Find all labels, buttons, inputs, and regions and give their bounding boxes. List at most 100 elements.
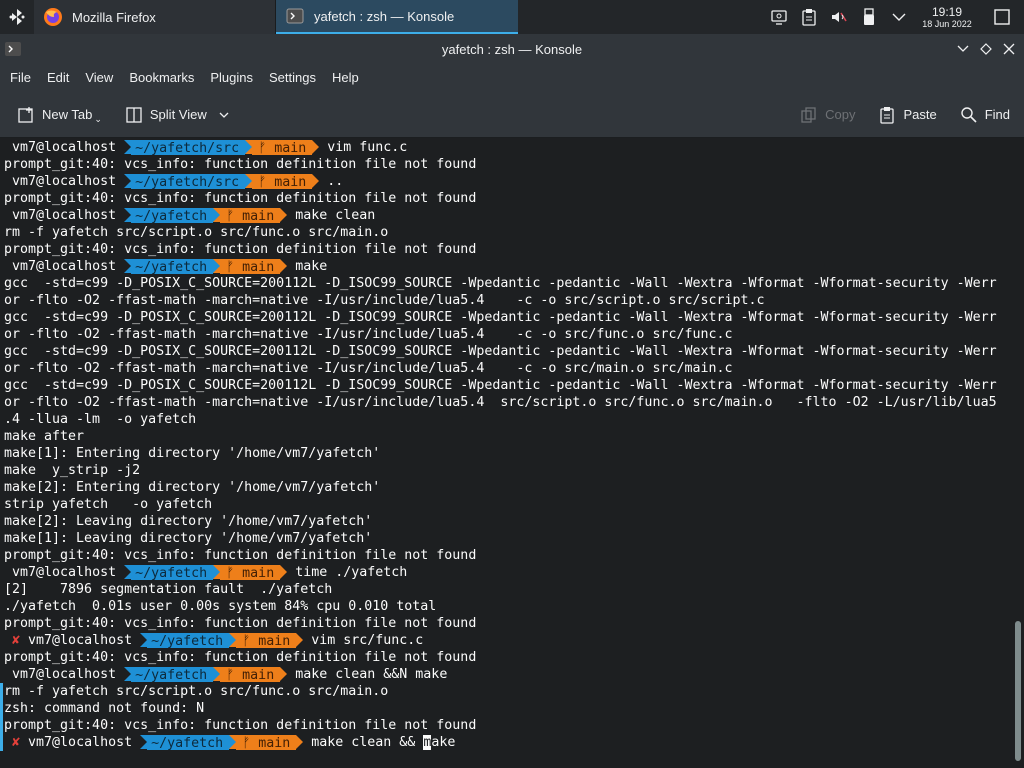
terminal-line: or -flto -O2 -ffast-math -march=native -… xyxy=(4,361,733,376)
terminal-line: ./yafetch 0.01s user 0.00s system 84% cp… xyxy=(4,599,437,614)
terminal-line: strip yafetch -o yafetch xyxy=(4,497,213,512)
clipboard-icon[interactable] xyxy=(794,0,824,34)
window-titlebar[interactable]: yafetch : zsh — Konsole xyxy=(0,34,1024,64)
prompt-directory: ~/yafetch xyxy=(131,565,214,581)
copy-button[interactable]: Copy xyxy=(793,99,861,131)
prompt-git-branch: ᚠ main xyxy=(220,565,281,581)
terminal-line: gcc -std=c99 -D_POSIX_C_SOURCE=200112L -… xyxy=(4,310,997,325)
menu-plugins[interactable]: Plugins xyxy=(202,64,261,92)
prompt-host: vm7@localhost xyxy=(28,735,133,750)
git-branch-icon: ᚠ xyxy=(226,566,235,581)
powerline-separator xyxy=(213,208,221,222)
terminal-line: prompt_git:40: vcs_info: function defini… xyxy=(4,548,477,563)
digital-clock[interactable]: 19:19 18 Jun 2022 xyxy=(914,6,980,29)
prompt-host: vm7@localhost xyxy=(12,140,117,155)
task-firefox[interactable]: Mozilla Firefox xyxy=(34,0,276,34)
menu-view[interactable]: View xyxy=(77,64,121,92)
prompt-directory: ~/yafetch/src xyxy=(131,140,246,156)
prompt-host: vm7@localhost xyxy=(28,633,133,648)
terminal-prompt-line: ✘ vm7@localhost ~/yafetch ᚠ main vim src/… xyxy=(4,632,1012,649)
split-view-button[interactable]: Split View xyxy=(118,99,235,131)
show-desktop-icon[interactable] xyxy=(980,0,1024,34)
prompt-command: vim src/func.c xyxy=(311,633,424,648)
prompt-command: time ./yafetch xyxy=(295,565,408,580)
scrollbar-thumb[interactable] xyxy=(1015,621,1021,761)
terminal-line: .4 -llua -lm -o yafetch xyxy=(4,412,197,427)
terminal-line: prompt_git:40: vcs_info: function defini… xyxy=(4,191,477,206)
terminal-prompt-line: vm7@localhost ~/yafetch ᚠ main make clean xyxy=(4,207,1012,224)
prompt-git-branch: ᚠ main xyxy=(236,735,297,751)
git-branch-name: main xyxy=(242,260,275,275)
powerline-separator xyxy=(245,174,253,188)
git-branch-name: main xyxy=(242,209,275,224)
terminal-line: make[2]: Entering directory '/home/vm7/y… xyxy=(4,480,381,495)
prompt-directory: ~/yafetch xyxy=(131,667,214,683)
dropdown-indicator-icon: ⌄ xyxy=(94,114,102,124)
terminal-output[interactable]: vm7@localhost ~/yafetch/src ᚠ main vim fu… xyxy=(0,139,1012,768)
terminal-line: make[1]: Leaving directory '/home/vm7/ya… xyxy=(4,531,373,546)
task-konsole[interactable]: yafetch : zsh — Konsole xyxy=(276,0,518,34)
terminal-line: gcc -std=c99 -D_POSIX_C_SOURCE=200112L -… xyxy=(4,378,997,393)
prompt-directory: ~/yafetch xyxy=(131,208,214,224)
close-button[interactable] xyxy=(996,34,1022,64)
terminal-line: or -flto -O2 -ffast-math -march=native -… xyxy=(4,327,733,342)
prompt-command: vim func.c xyxy=(327,140,408,155)
git-branch-icon: ᚠ xyxy=(226,668,235,683)
new-tab-button[interactable]: New Tab ⌄ xyxy=(10,99,108,131)
volume-muted-icon[interactable] xyxy=(824,0,854,34)
prompt-host: vm7@localhost xyxy=(12,667,117,682)
powerline-separator xyxy=(140,735,148,749)
find-button[interactable]: Find xyxy=(953,99,1016,131)
window-title: yafetch : zsh — Konsole xyxy=(441,41,583,57)
git-branch-name: main xyxy=(274,175,307,190)
removable-device-icon[interactable] xyxy=(854,0,884,34)
paste-button[interactable]: Paste xyxy=(871,99,942,131)
chevron-down-icon[interactable] xyxy=(884,0,914,34)
clock-time: 19:19 xyxy=(931,4,963,19)
git-branch-icon: ᚠ xyxy=(242,736,251,751)
powerline-separator xyxy=(124,259,132,273)
prompt-host: vm7@localhost xyxy=(12,208,117,223)
git-branch-name: main xyxy=(242,566,275,581)
display-config-icon[interactable] xyxy=(764,0,794,34)
prompt-host: vm7@localhost xyxy=(12,565,117,580)
konsole-icon[interactable] xyxy=(4,40,22,58)
menu-settings[interactable]: Settings xyxy=(261,64,324,92)
task-label: yafetch : zsh — Konsole xyxy=(314,8,455,24)
prompt-directory: ~/yafetch xyxy=(131,259,214,275)
terminal-line: zsh: command not found: N xyxy=(4,701,205,716)
application-launcher[interactable] xyxy=(0,0,34,34)
menu-file[interactable]: File xyxy=(2,64,39,92)
exit-failure-mark: ✘ xyxy=(4,633,29,648)
konsole-icon xyxy=(284,5,306,27)
prompt-git-branch: ᚠ main xyxy=(236,633,297,649)
powerline-separator xyxy=(213,259,221,273)
terminal-line: [2] 7896 segmentation fault ./yafetch xyxy=(4,582,333,597)
terminal-line: gcc -std=c99 -D_POSIX_C_SOURCE=200112L -… xyxy=(4,276,997,291)
terminal-prompt-line: vm7@localhost ~/yafetch/src ᚠ main vim fu… xyxy=(4,139,1012,156)
firefox-icon xyxy=(42,6,64,28)
terminal-line: prompt_git:40: vcs_info: function defini… xyxy=(4,157,477,172)
terminal-line: make y_strip -j2 xyxy=(4,463,141,478)
terminal-scrollbar[interactable] xyxy=(1012,139,1024,768)
terminal-line: prompt_git:40: vcs_info: function defini… xyxy=(4,718,477,733)
powerline-separator xyxy=(245,140,253,154)
terminal-line: make[2]: Leaving directory '/home/vm7/ya… xyxy=(4,514,373,529)
prompt-spacer xyxy=(4,208,12,223)
terminal-line: make after xyxy=(4,429,85,444)
terminal-line: make[1]: Entering directory '/home/vm7/y… xyxy=(4,446,381,461)
split-view-label: Split View xyxy=(149,107,207,122)
menu-edit[interactable]: Edit xyxy=(39,64,77,92)
powerline-separator xyxy=(124,667,132,681)
powerline-separator xyxy=(124,140,132,154)
powerline-separator xyxy=(140,633,148,647)
powerline-separator xyxy=(124,565,132,579)
terminal-prompt-line: vm7@localhost ~/yafetch/src ᚠ main .. xyxy=(4,173,1012,190)
prompt-directory: ~/yafetch/src xyxy=(131,174,246,190)
menu-bookmarks[interactable]: Bookmarks xyxy=(121,64,202,92)
prompt-directory: ~/yafetch xyxy=(147,735,230,751)
terminal-prompt-line: ✘ vm7@localhost ~/yafetch ᚠ main make cle… xyxy=(4,734,1012,751)
system-tray: 19:19 18 Jun 2022 xyxy=(764,0,1024,34)
menu-help[interactable]: Help xyxy=(324,64,367,92)
git-branch-icon: ᚠ xyxy=(226,260,235,275)
